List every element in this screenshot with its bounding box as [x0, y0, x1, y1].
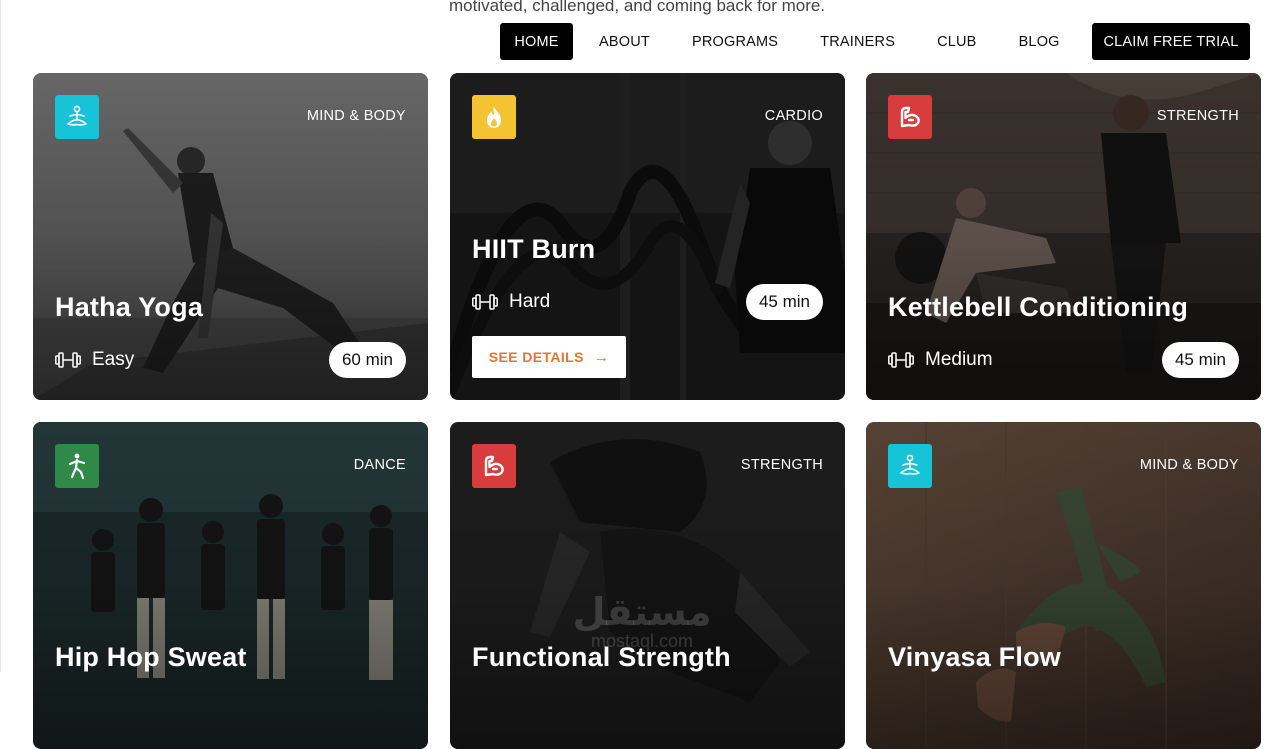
- meditation-icon: [55, 95, 99, 139]
- category-label: CARDIO: [764, 108, 823, 124]
- category-label: MIND & BODY: [306, 108, 406, 124]
- program-title: Kettlebell Conditioning: [888, 292, 1189, 322]
- see-details-label: SEE DETAILS: [488, 349, 584, 365]
- strength-icon: [888, 95, 932, 139]
- program-title: Vinyasa Flow: [888, 642, 1061, 672]
- difficulty-text: Medium: [925, 349, 993, 370]
- program-card-kettlebell-conditioning[interactable]: STRENGTH Kettlebell Conditioning Medium …: [866, 73, 1261, 400]
- strength-icon: [472, 444, 516, 488]
- nav-about[interactable]: ABOUT: [584, 23, 665, 60]
- difficulty-level: Medium: [888, 349, 993, 371]
- category-label: STRENGTH: [1156, 108, 1239, 124]
- program-card-hatha-yoga[interactable]: MIND & BODY Hatha Yoga Easy 60 min: [33, 73, 428, 400]
- arrow-right-icon: →: [593, 348, 610, 366]
- category-label: DANCE: [353, 457, 406, 473]
- watermark-arabic: مستقل: [572, 590, 712, 634]
- category-label: MIND & BODY: [1139, 457, 1239, 473]
- nav-club[interactable]: CLUB: [922, 23, 991, 60]
- program-card-hip-hop-sweat[interactable]: DANCE Hip Hop Sweat: [33, 422, 428, 749]
- dumbbell-icon: [472, 294, 498, 310]
- duration-badge: 60 min: [328, 342, 406, 378]
- nav-home[interactable]: HOME: [500, 23, 573, 60]
- program-card-hiit-burn[interactable]: CARDIO HIIT Burn Hard 45 min SEE DETAILS…: [450, 73, 845, 400]
- difficulty-text: Hard: [509, 291, 551, 312]
- program-title: HIIT Burn: [472, 234, 596, 264]
- meditation-icon: [888, 444, 932, 488]
- nav-programs[interactable]: PROGRAMS: [677, 23, 793, 60]
- dumbbell-icon: [55, 352, 81, 368]
- claim-free-trial-button[interactable]: CLAIM FREE TRIAL: [1092, 23, 1250, 60]
- intro-text: motivated, challenged, and coming back f…: [449, 0, 826, 15]
- watermark: مستقل mostaql.com: [562, 592, 722, 650]
- main-nav: HOME ABOUT PROGRAMS TRAINERS CLUB BLOG: [500, 23, 1075, 60]
- duration-badge: 45 min: [1161, 342, 1239, 378]
- difficulty-level: Easy: [55, 349, 134, 371]
- flame-icon: [472, 95, 516, 139]
- nav-blog[interactable]: BLOG: [1004, 23, 1075, 60]
- program-title: Hatha Yoga: [55, 292, 204, 322]
- walking-figure-icon: [55, 444, 99, 488]
- duration-badge: 45 min: [745, 284, 823, 320]
- see-details-button[interactable]: SEE DETAILS →: [472, 336, 626, 378]
- nav-trainers[interactable]: TRAINERS: [805, 23, 910, 60]
- dumbbell-icon: [888, 352, 914, 368]
- difficulty-level: Hard: [472, 291, 550, 313]
- watermark-latin: mostaql.com: [590, 631, 694, 651]
- program-title: Hip Hop Sweat: [55, 642, 247, 672]
- program-card-functional-strength[interactable]: STRENGTH Functional Strength: [450, 422, 845, 749]
- program-card-vinyasa-flow[interactable]: MIND & BODY Vinyasa Flow: [866, 422, 1261, 749]
- page-left-border: [0, 0, 1, 672]
- category-label: STRENGTH: [740, 457, 823, 473]
- difficulty-text: Easy: [92, 349, 135, 370]
